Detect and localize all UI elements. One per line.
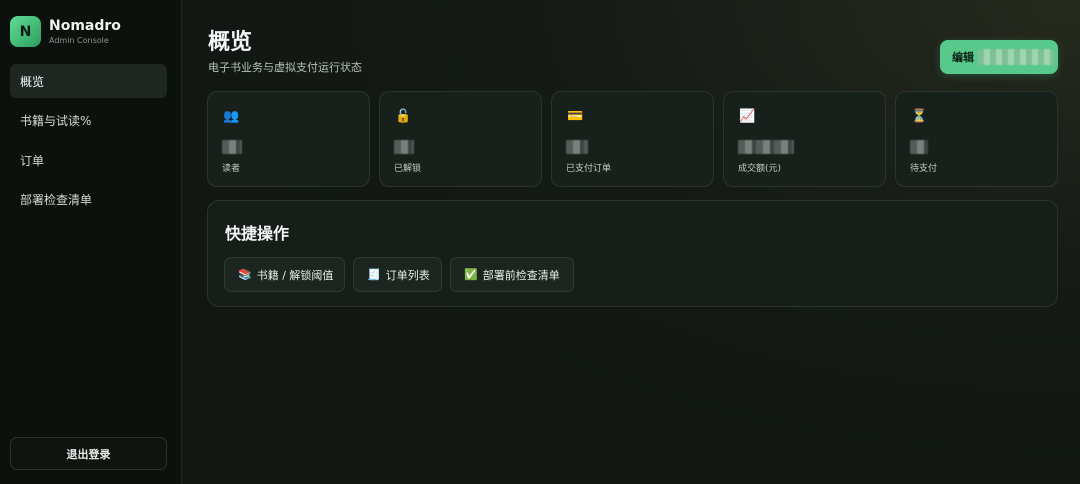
logo: N bbox=[10, 16, 41, 47]
redacted-text bbox=[978, 49, 1054, 65]
stat-value-redacted bbox=[910, 139, 928, 154]
stat-value-redacted bbox=[222, 139, 242, 154]
quick-actions-panel: 快捷操作 📚 书籍 / 解锁阈值 🧾 订单列表 ✅ 部署前检查清单 bbox=[207, 200, 1058, 307]
books-icon: 📚 bbox=[238, 268, 252, 281]
order-list-button[interactable]: 🧾 订单列表 bbox=[353, 257, 442, 292]
quick-actions-title: 快捷操作 bbox=[225, 224, 290, 243]
stat-label: 待支付 bbox=[910, 164, 938, 174]
receipt-icon: 🧾 bbox=[367, 268, 381, 281]
stat-card-revenue: 📈 成交额(元) bbox=[723, 91, 886, 187]
brand-name: Nomadro bbox=[49, 17, 121, 34]
stat-label: 读者 bbox=[222, 164, 241, 174]
page-title: 概览 bbox=[208, 30, 253, 55]
edit-button[interactable]: 编辑 bbox=[940, 40, 1058, 74]
credit-card-icon: 💳 bbox=[567, 109, 584, 124]
checkbox-icon: ✅ bbox=[464, 268, 478, 281]
page-subtitle: 电子书业务与虚拟支付运行状态 bbox=[208, 61, 362, 74]
sidebar: N Nomadro Admin Console 概览 书籍与试读% 订单 部署检… bbox=[0, 0, 182, 484]
stat-card-paid-orders: 💳 已支付订单 bbox=[551, 91, 714, 187]
brand: N Nomadro Admin Console bbox=[10, 16, 121, 47]
sidebar-item-books[interactable]: 书籍与试读% bbox=[10, 104, 167, 138]
stat-label: 成交额(元) bbox=[738, 164, 782, 174]
stat-value-redacted bbox=[738, 139, 794, 154]
books-unlock-threshold-button[interactable]: 📚 书籍 / 解锁阈值 bbox=[224, 257, 345, 292]
hourglass-icon: ⏳ bbox=[911, 109, 928, 124]
unlock-icon: 🔓 bbox=[395, 109, 412, 124]
stat-value-redacted bbox=[394, 139, 414, 154]
button-label: 订单列表 bbox=[385, 268, 430, 282]
stat-card-readers: 👥 读者 bbox=[207, 91, 370, 187]
edit-button-label: 编辑 bbox=[952, 51, 974, 64]
trend-chart-icon: 📈 bbox=[739, 109, 756, 124]
sidebar-item-overview[interactable]: 概览 bbox=[10, 64, 167, 98]
button-label: 书籍 / 解锁阈值 bbox=[256, 268, 334, 282]
readers-icon: 👥 bbox=[223, 109, 240, 124]
main-content: 概览 电子书业务与虚拟支付运行状态 编辑 👥 读者 🔓 已解锁 💳 已支付订单 … bbox=[182, 0, 1080, 484]
stat-card-unlocked: 🔓 已解锁 bbox=[379, 91, 542, 187]
stat-card-pending: ⏳ 待支付 bbox=[895, 91, 1058, 187]
button-label: 部署前检查清单 bbox=[482, 268, 560, 282]
stat-value-redacted bbox=[566, 139, 588, 154]
deploy-checklist-button[interactable]: ✅ 部署前检查清单 bbox=[450, 257, 574, 292]
sidebar-item-deploy-checklist[interactable]: 部署检查清单 bbox=[10, 183, 167, 217]
sidebar-item-orders[interactable]: 订单 bbox=[10, 143, 167, 177]
brand-subtitle: Admin Console bbox=[49, 35, 109, 45]
sidebar-nav: 概览 书籍与试读% 订单 部署检查清单 bbox=[10, 64, 167, 222]
stat-label: 已支付订单 bbox=[566, 164, 612, 174]
logout-button[interactable]: 退出登录 bbox=[10, 437, 167, 470]
stat-label: 已解锁 bbox=[394, 164, 422, 174]
